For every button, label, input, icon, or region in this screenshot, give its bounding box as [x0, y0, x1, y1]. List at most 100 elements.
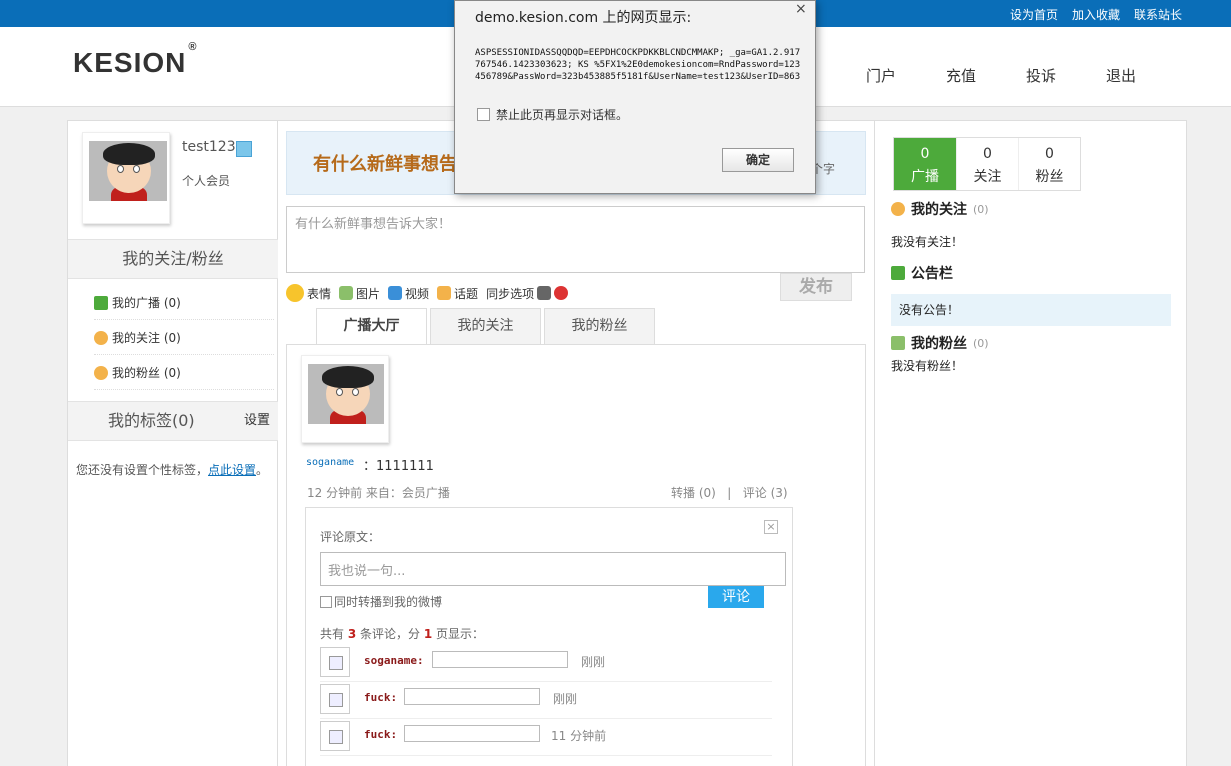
registered-mark: ® — [188, 40, 198, 53]
speaker-icon — [94, 295, 108, 310]
topic-button[interactable]: 话题 — [437, 285, 478, 302]
feed-avatar[interactable] — [301, 355, 389, 443]
close-icon[interactable]: × — [764, 520, 778, 534]
image-button[interactable]: 图片 — [339, 285, 380, 302]
user-avatar[interactable] — [82, 132, 170, 224]
tags-note-text: 您还没有设置个性标签， — [76, 463, 209, 477]
user-icon — [891, 202, 905, 216]
tags-setting-link[interactable]: 设置 — [244, 402, 270, 440]
stat-following[interactable]: 0 关注 — [956, 138, 1018, 190]
comment-input[interactable]: 我也说一句... — [320, 552, 786, 586]
nav-portal[interactable]: 门户 — [866, 65, 946, 86]
fans-heading: 我的粉丝 (0) — [891, 333, 989, 353]
comment-author[interactable]: fuck: — [364, 691, 397, 704]
stat-broadcast[interactable]: 0 广播 — [894, 138, 956, 190]
tags-note: 您还没有设置个性标签，点此设置。 — [76, 461, 268, 478]
nav-complaint[interactable]: 投诉 — [1026, 65, 1106, 86]
sidebar-item-label: 我的关注 (0) — [112, 330, 181, 345]
total-pre: 共有 — [320, 627, 348, 641]
qq-weibo-icon[interactable] — [537, 286, 552, 300]
comment-content-field — [404, 725, 540, 742]
comment-total: 共有 3 条评论，分 1 页显示： — [320, 625, 484, 642]
notice-title: 公告栏 — [911, 266, 953, 282]
set-homepage-link[interactable]: 设为首页 — [1010, 6, 1058, 23]
fans-empty: 我没有粉丝！ — [891, 359, 964, 373]
topic-icon — [437, 286, 452, 300]
comment-link[interactable]: 评论 (3) — [743, 486, 788, 500]
user-icon — [94, 365, 108, 380]
comment-avatar[interactable] — [320, 684, 350, 714]
stat-value: 0 — [920, 146, 930, 162]
tab-my-fans[interactable]: 我的粉丝 — [544, 308, 655, 344]
fans-title: 我的粉丝 — [911, 336, 967, 352]
repost-link[interactable]: 转播 (0) — [671, 486, 716, 500]
user-badge-icon — [236, 141, 252, 157]
sidebar-item-fans[interactable]: 我的粉丝 (0) — [94, 356, 274, 390]
comment-row: fuck: 11 分钟前 — [320, 719, 772, 756]
nav-logout[interactable]: 退出 — [1106, 65, 1186, 86]
right-sidebar: 0 广播 0 关注 0 粉丝 我的关注 (0) 我没有关注！ 公告栏 没有公告！ 我的粉… — [874, 121, 1188, 766]
tags-setup-link[interactable]: 点此设置 — [208, 463, 256, 477]
publish-button[interactable]: 发布 — [780, 273, 852, 301]
stat-label: 关注 — [973, 169, 1002, 185]
tab-broadcast-hall[interactable]: 广播大厅 — [316, 308, 427, 345]
user-role: 个人会员 — [182, 174, 231, 188]
emoji-label: 表情 — [307, 286, 332, 301]
comment-avatar[interactable] — [320, 721, 350, 751]
stat-fans[interactable]: 0 粉丝 — [1018, 138, 1080, 190]
sina-weibo-icon[interactable] — [554, 286, 569, 300]
sidebar-item-broadcast[interactable]: 我的广播 (0) — [94, 286, 274, 320]
avatar-image — [89, 141, 167, 201]
user-stats: 0 广播 0 关注 0 粉丝 — [893, 137, 1081, 191]
sidebar-item-label: 我的广播 (0) — [112, 295, 181, 310]
top-links: 设为首页 加入收藏 联系站长 — [1010, 6, 1182, 23]
alert-dialog: demo.kesion.com 上的网页显示: × ASPSESSIONIDAS… — [454, 0, 816, 194]
suppress-dialog-option[interactable]: 禁止此页再显示对话框。 — [477, 106, 628, 123]
logo-text: KESION — [73, 47, 187, 78]
fans-count: (0) — [973, 336, 989, 350]
topic-label: 话题 — [454, 286, 479, 301]
feed-author[interactable]: soganame — [306, 457, 354, 468]
stat-value: 0 — [1045, 146, 1054, 162]
contact-admin-link[interactable]: 联系站长 — [1134, 6, 1182, 23]
feed-meta: 12 分钟前 来自：会员广播 — [307, 486, 450, 500]
post-textarea[interactable]: 有什么新鲜事想告诉大家！ — [286, 206, 865, 273]
left-sidebar: test123 个人会员 我的关注/粉丝 我的广播 (0) 我的关注 (0) 我… — [68, 121, 278, 766]
feed-actions: 转播 (0) | 评论 (3) — [671, 484, 788, 501]
sync-checkbox[interactable] — [320, 595, 332, 608]
username[interactable]: test123 — [182, 139, 236, 155]
video-button[interactable]: 视频 — [388, 285, 429, 302]
stat-value: 0 — [983, 146, 992, 162]
suppress-checkbox-label: 禁止此页再显示对话框。 — [496, 108, 629, 122]
comment-submit-button[interactable]: 评论 — [708, 586, 764, 608]
comment-author[interactable]: fuck: — [364, 728, 397, 741]
comment-author-sep: : — [390, 728, 398, 741]
total-count: 3 — [347, 627, 357, 641]
add-favorite-link[interactable]: 加入收藏 — [1072, 6, 1120, 23]
site-logo[interactable]: KESION® — [73, 41, 196, 79]
comment-row: soganame: 刚刚 — [320, 645, 772, 682]
tab-my-following[interactable]: 我的关注 — [430, 308, 541, 344]
comment-avatar[interactable] — [320, 647, 350, 677]
comment-content-field — [404, 688, 540, 705]
stat-label: 粉丝 — [1035, 169, 1064, 185]
suppress-checkbox[interactable] — [477, 108, 490, 121]
emoji-button[interactable]: 表情 — [286, 284, 331, 302]
close-icon[interactable]: × — [795, 1, 807, 17]
nav-recharge[interactable]: 充值 — [946, 65, 1026, 86]
feed-message: ：1111111 — [363, 459, 434, 474]
smiley-icon — [286, 284, 304, 302]
avatar-image — [308, 364, 384, 424]
comment-original-label: 评论原文： — [320, 530, 381, 544]
follow-section-title: 我的关注/粉丝 — [68, 239, 278, 279]
comment-row: fuck: 刚刚 — [320, 682, 772, 719]
sidebar-item-following[interactable]: 我的关注 (0) — [94, 321, 274, 355]
comment-author[interactable]: soganame: — [364, 654, 424, 667]
fans-icon — [891, 336, 905, 350]
total-post: 页显示： — [432, 627, 485, 641]
sync-checkbox-row[interactable]: 同时转播到我的微博 — [320, 593, 442, 610]
ok-button[interactable]: 确定 — [722, 148, 794, 172]
sync-checkbox-label: 同时转播到我的微博 — [334, 595, 443, 609]
comment-author-name: fuck — [364, 728, 391, 741]
feed-tabs: 广播大厅 我的关注 我的粉丝 — [316, 308, 655, 345]
